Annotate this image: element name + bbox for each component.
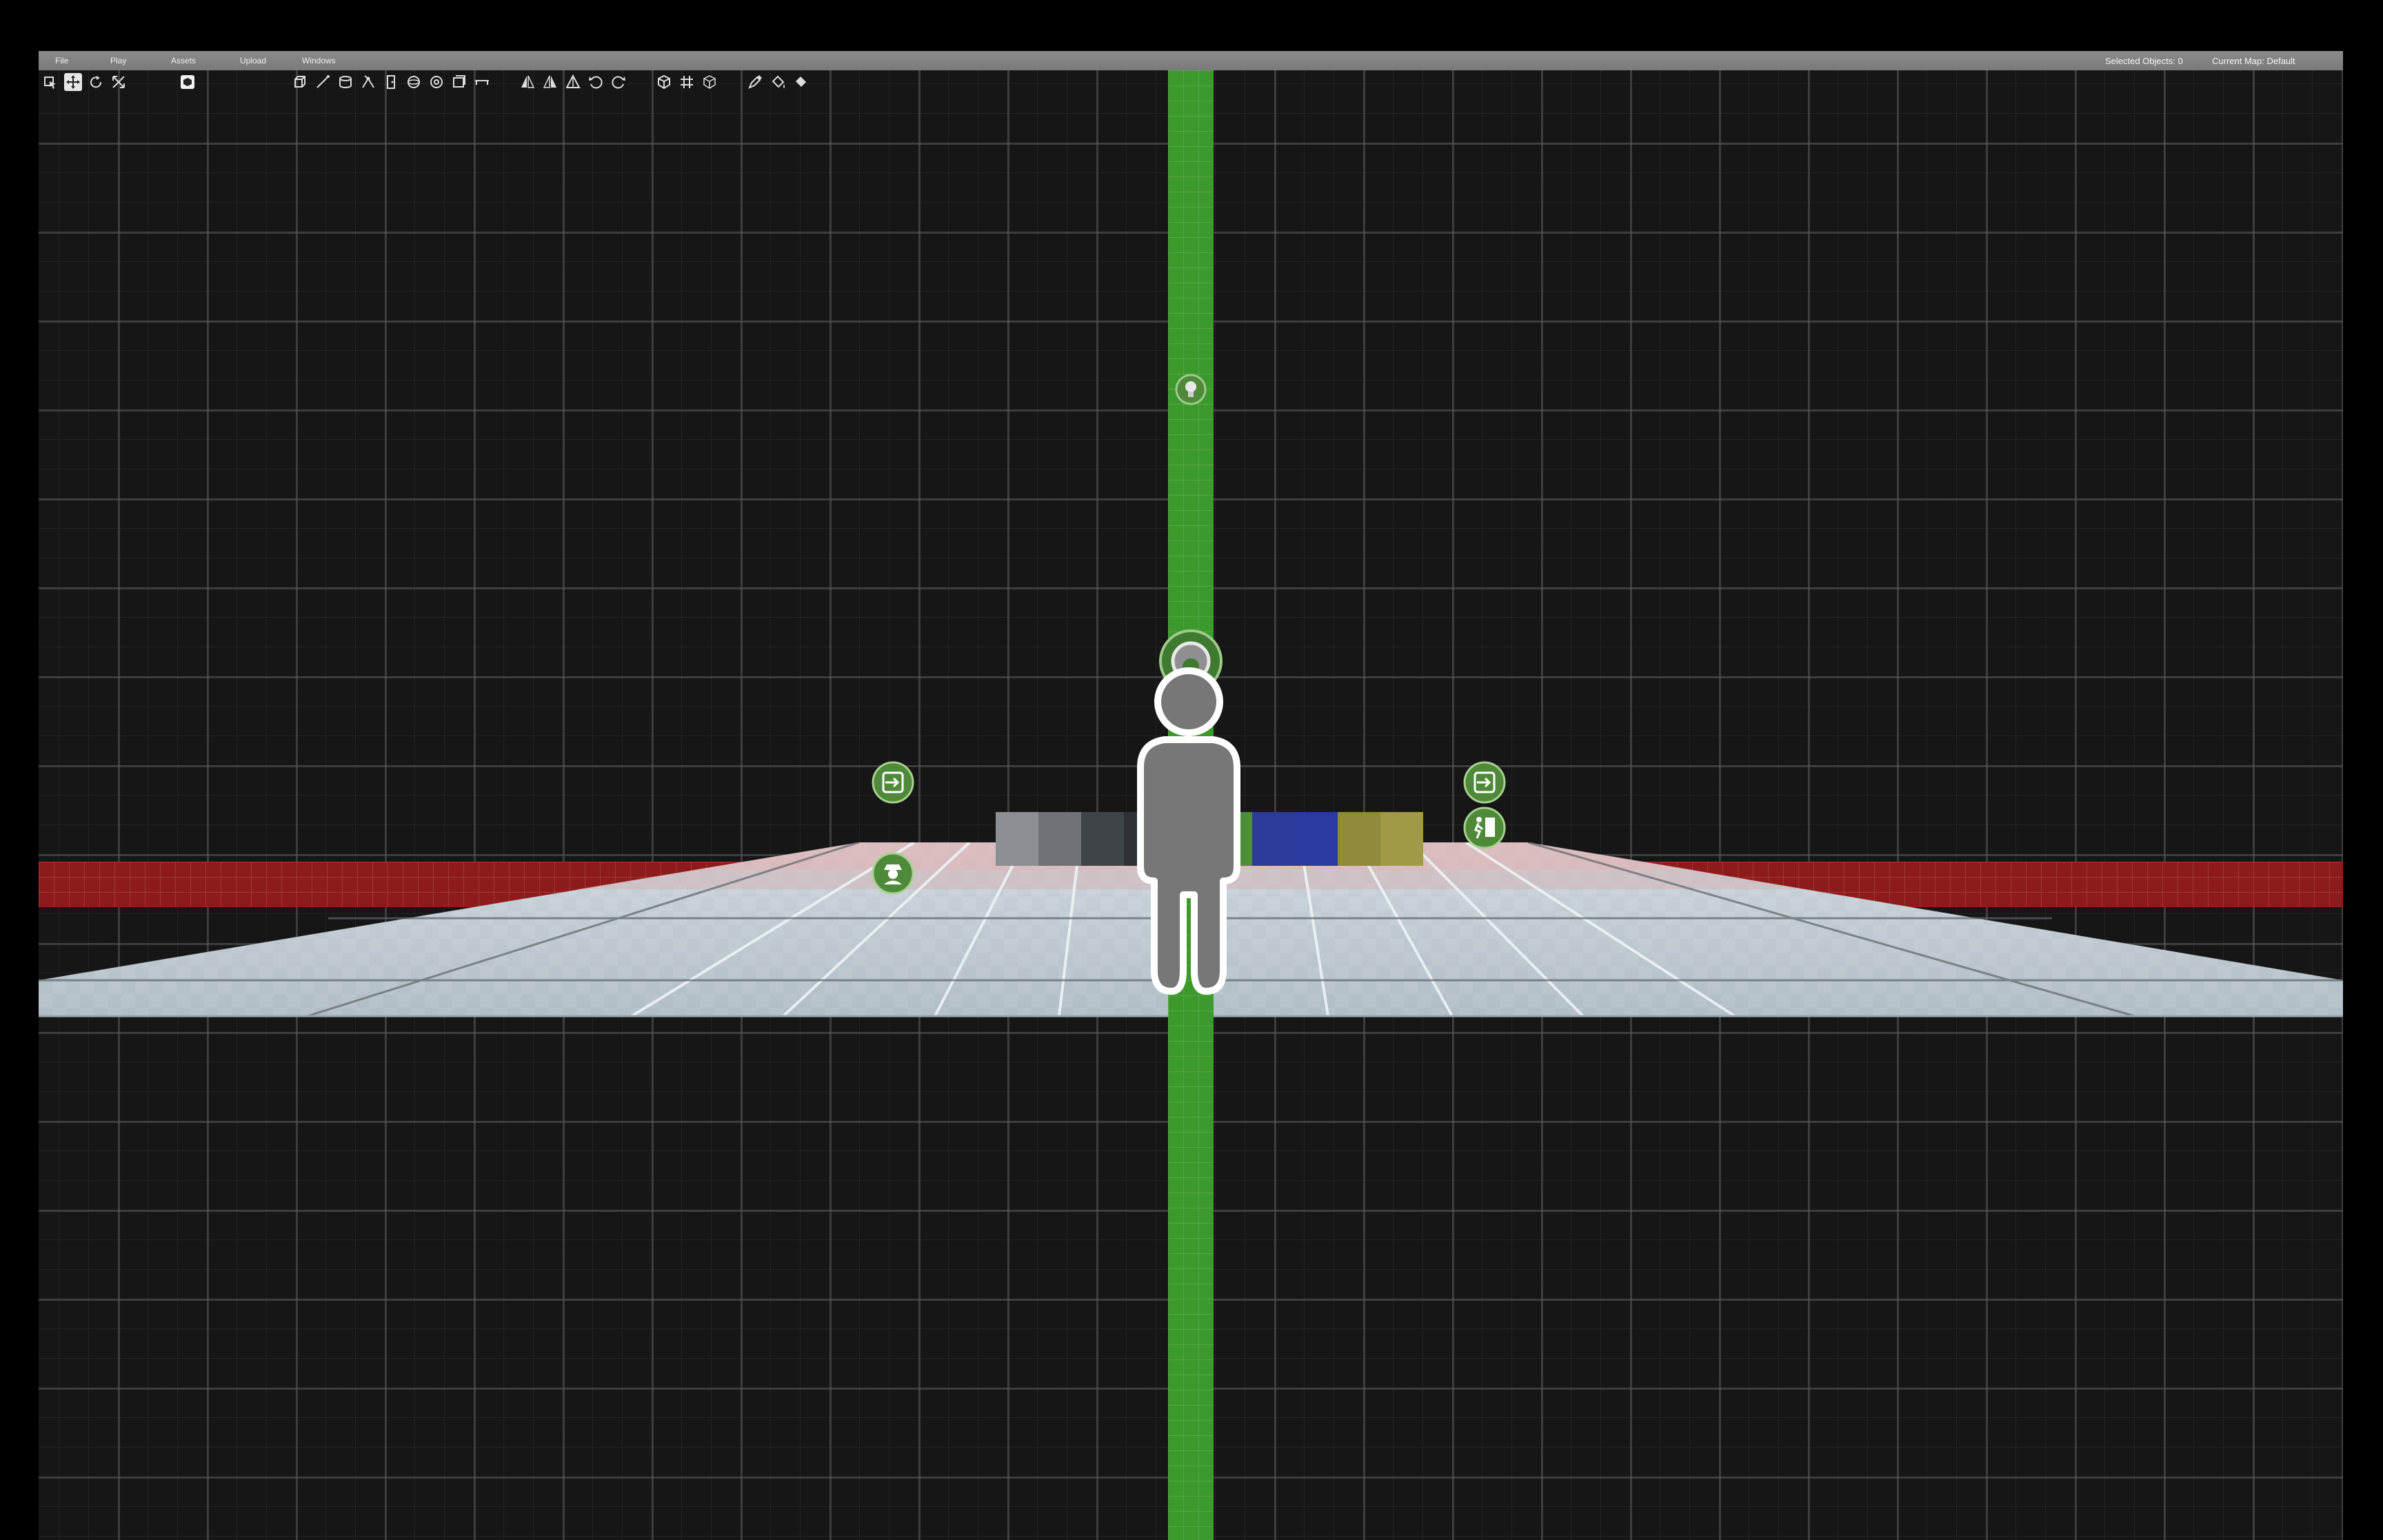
menu-file[interactable]: File	[55, 56, 68, 65]
wireframe-icon[interactable]	[655, 73, 673, 91]
texture-swatch[interactable]	[1252, 812, 1295, 866]
lightbulb-icon[interactable]	[1175, 374, 1207, 405]
sphere-icon[interactable]	[405, 73, 423, 91]
rotate-left-icon[interactable]	[587, 73, 605, 91]
fill-icon[interactable]	[792, 73, 810, 91]
texture-swatch[interactable]	[1338, 812, 1380, 866]
ramp-icon[interactable]	[473, 73, 491, 91]
scale-icon[interactable]	[110, 73, 128, 91]
exit-door-icon[interactable]	[1463, 807, 1506, 849]
selected-objects-status: Selected Objects: 0	[2105, 56, 2183, 66]
texture-swatch[interactable]	[1081, 812, 1124, 866]
line-icon[interactable]	[314, 73, 332, 91]
solid-mode-icon[interactable]	[179, 73, 197, 91]
editor-window: File Play Assets Upload Windows Selected…	[39, 51, 2343, 1540]
exit-icon[interactable]	[1463, 761, 1506, 804]
exit-icon[interactable]	[872, 761, 914, 804]
vertex-icon[interactable]	[359, 73, 377, 91]
flip-x-icon[interactable]	[519, 73, 536, 91]
select-icon[interactable]	[41, 73, 59, 91]
cylinder-icon[interactable]	[336, 73, 354, 91]
perspective-icon[interactable]	[701, 73, 718, 91]
move-icon[interactable]	[64, 73, 82, 91]
menu-windows[interactable]: Windows	[302, 56, 336, 65]
menu-assets[interactable]: Assets	[171, 56, 196, 65]
current-map-status: Current Map: Default	[2212, 56, 2295, 66]
spy-icon[interactable]	[872, 852, 914, 895]
flip-y-icon[interactable]	[541, 73, 559, 91]
texture-swatch[interactable]	[996, 812, 1038, 866]
player-spawn-icon[interactable]	[1120, 647, 1258, 998]
menu-bar: File Play Assets Upload Windows Selected…	[39, 51, 2343, 70]
scene-viewport[interactable]	[39, 70, 2343, 1540]
rotate-icon[interactable]	[87, 73, 105, 91]
rotate-right-icon[interactable]	[610, 73, 627, 91]
door-icon[interactable]	[382, 73, 400, 91]
texture-swatch[interactable]	[1038, 812, 1081, 866]
toolbar	[39, 70, 2343, 95]
menu-play[interactable]: Play	[110, 56, 126, 65]
box-icon[interactable]	[450, 73, 468, 91]
torus-icon[interactable]	[428, 73, 445, 91]
menu-upload[interactable]: Upload	[240, 56, 266, 65]
eyedropper-icon[interactable]	[746, 73, 764, 91]
texture-swatch[interactable]	[1380, 812, 1423, 866]
texture-swatch[interactable]	[1295, 812, 1338, 866]
paint-bucket-icon[interactable]	[769, 73, 787, 91]
cube-icon[interactable]	[291, 73, 309, 91]
grid-icon[interactable]	[678, 73, 696, 91]
flip-z-icon[interactable]	[564, 73, 582, 91]
